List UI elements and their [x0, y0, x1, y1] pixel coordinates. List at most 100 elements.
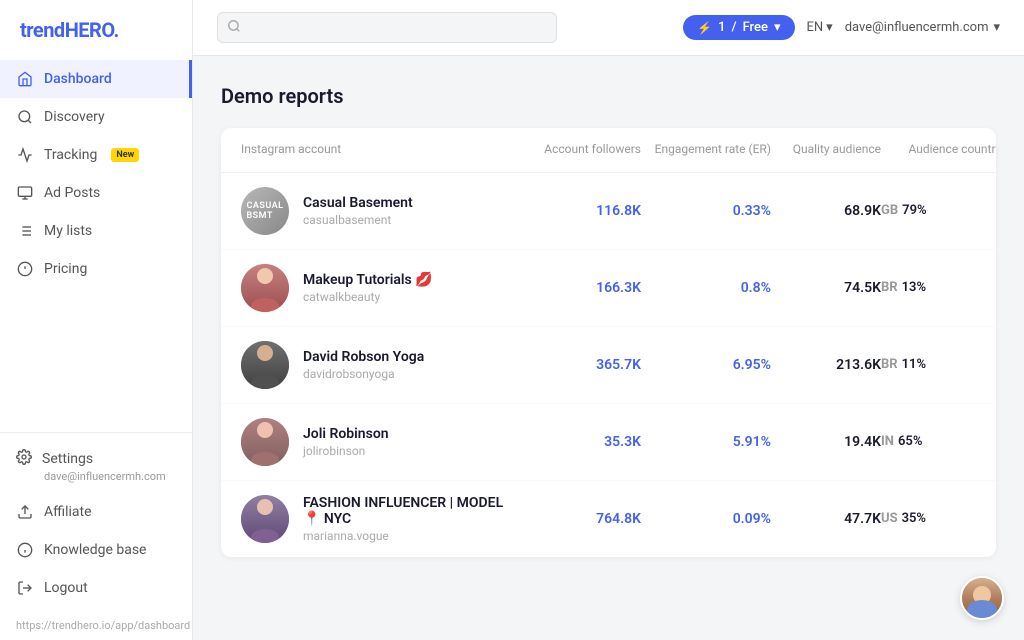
home-icon: [16, 70, 34, 88]
header-right: ⚡ 1 / Free ▾ EN ▾ dave@influencermh.com …: [683, 15, 1000, 40]
sidebar-item-label: Pricing: [44, 261, 87, 277]
country-code: BR: [881, 357, 898, 372]
sidebar-item-discovery[interactable]: Discovery: [0, 98, 192, 136]
col-header-account: Instagram account: [241, 142, 521, 158]
corner-avatar[interactable]: [960, 576, 1004, 620]
page-title: Demo reports: [221, 84, 996, 108]
page-content: Demo reports Instagram account Account f…: [193, 56, 1024, 640]
influencer-cell: Makeup Tutorials 💋 catwalkbeauty: [241, 264, 521, 312]
audience-country-cell: BR 13%: [881, 280, 996, 295]
audience-country-cell: IN 65%: [881, 434, 996, 449]
avatar: CASUALBSMT: [241, 187, 289, 235]
sidebar-item-logout[interactable]: Logout: [0, 569, 192, 607]
influencer-handle: catwalkbeauty: [303, 290, 433, 304]
influencer-handle: davidrobsonyoga: [303, 367, 424, 381]
sidebar-item-label: Affiliate: [44, 504, 92, 520]
plan-divider: /: [731, 20, 736, 35]
quality-value: 213.6K: [771, 357, 881, 373]
followers-value: 116.8K: [521, 203, 641, 219]
followers-value: 365.7K: [521, 357, 641, 373]
followers-value: 166.3K: [521, 280, 641, 296]
col-header-country: Audience country (likers): [881, 142, 996, 158]
followers-value: 35.3K: [521, 434, 641, 450]
sidebar: trendHERO. Dashboard Discovery Tracking …: [0, 0, 193, 640]
search-icon: [227, 19, 241, 37]
plan-count: 1: [718, 20, 725, 35]
quality-value: 74.5K: [771, 280, 881, 296]
country-code: IN: [881, 434, 894, 449]
url-status-bar: https://trendhero.io/app/dashboard: [0, 615, 192, 640]
avatar: [241, 418, 289, 466]
dollar-icon: [16, 260, 34, 278]
sidebar-item-label: Dashboard: [44, 71, 112, 87]
er-value: 0.09%: [641, 511, 771, 527]
gear-icon: [16, 449, 32, 469]
quality-value: 47.7K: [771, 511, 881, 527]
country-code: GB: [881, 203, 898, 218]
influencer-name: Joli Robinson: [303, 426, 389, 442]
sidebar-nav: Dashboard Discovery Tracking New Ad Post…: [0, 56, 192, 432]
avatar: [241, 495, 289, 543]
search-circle-icon: [16, 108, 34, 126]
country-pct: 13%: [902, 280, 926, 295]
table-row: David Robson Yoga davidrobsonyoga 365.7K…: [221, 327, 996, 404]
sidebar-item-ad-posts[interactable]: Ad Posts: [0, 174, 192, 212]
table-row: Makeup Tutorials 💋 catwalkbeauty 166.3K …: [221, 250, 996, 327]
sidebar-bottom: Settings dave@influencermh.com Affiliate…: [0, 432, 192, 615]
user-menu[interactable]: dave@influencermh.com ▾: [845, 20, 1000, 35]
influencer-cell: David Robson Yoga davidrobsonyoga: [241, 341, 521, 389]
influencer-name: David Robson Yoga: [303, 349, 424, 365]
search-wrapper: [217, 12, 557, 43]
info-icon: [16, 541, 34, 559]
sidebar-item-my-lists[interactable]: My lists: [0, 212, 192, 250]
new-badge: New: [111, 148, 139, 162]
influencer-emoji: 💋: [415, 272, 432, 288]
sidebar-item-tracking[interactable]: Tracking New: [0, 136, 192, 174]
influencer-emoji: 📍: [303, 511, 320, 527]
sidebar-item-affiliate[interactable]: Affiliate: [0, 493, 192, 531]
influencer-name: Makeup Tutorials 💋: [303, 272, 433, 288]
logo-text-accent: HERO.: [65, 18, 119, 42]
plan-name: Free: [743, 20, 768, 35]
er-value: 0.8%: [641, 280, 771, 296]
influencer-cell: FASHION INFLUENCER | MODEL 📍 NYC mariann…: [241, 495, 521, 543]
country-code: BR: [881, 280, 898, 295]
sidebar-item-settings[interactable]: Settings dave@influencermh.com: [0, 441, 192, 493]
country-pct: 11%: [902, 357, 926, 372]
ad-icon: [16, 184, 34, 202]
settings-label-text: Settings: [42, 451, 93, 467]
followers-value: 764.8K: [521, 511, 641, 527]
sidebar-item-pricing[interactable]: Pricing: [0, 250, 192, 288]
app-logo: trendHERO.: [0, 0, 192, 56]
sidebar-item-knowledge-base[interactable]: Knowledge base: [0, 531, 192, 569]
audience-country-cell: GB 79%: [881, 203, 996, 218]
quality-value: 19.4K: [771, 434, 881, 450]
country-code: US: [881, 511, 898, 526]
main-content: ⚡ 1 / Free ▾ EN ▾ dave@influencermh.com …: [193, 0, 1024, 640]
sidebar-item-dashboard[interactable]: Dashboard: [0, 60, 192, 98]
sidebar-item-label: Logout: [44, 580, 88, 596]
upload-icon: [16, 503, 34, 521]
audience-country-cell: US 35%: [881, 511, 996, 526]
influencer-cell: Joli Robinson jolirobinson: [241, 418, 521, 466]
top-header: ⚡ 1 / Free ▾ EN ▾ dave@influencermh.com …: [193, 0, 1024, 56]
avatar: [241, 341, 289, 389]
lang-label: EN: [807, 20, 824, 35]
sidebar-item-label: Discovery: [44, 109, 105, 125]
quality-value: 68.9K: [771, 203, 881, 219]
list-icon: [16, 222, 34, 240]
sidebar-item-label: Tracking: [44, 147, 97, 163]
lang-dropdown-icon: ▾: [826, 20, 833, 35]
search-input[interactable]: [217, 12, 557, 43]
influencer-handle: casualbasement: [303, 213, 413, 227]
sidebar-item-label: Knowledge base: [44, 542, 146, 558]
col-header-er: Engagement rate (ER): [641, 142, 771, 158]
plan-badge[interactable]: ⚡ 1 / Free ▾: [683, 15, 794, 40]
avatar: [241, 264, 289, 312]
user-dropdown-icon: ▾: [993, 20, 1000, 35]
col-header-followers: Account followers: [521, 142, 641, 158]
er-value: 5.91%: [641, 434, 771, 450]
lang-selector[interactable]: EN ▾: [807, 20, 833, 35]
influencer-name: FASHION INFLUENCER | MODEL 📍 NYC: [303, 495, 521, 527]
sidebar-item-label: Ad Posts: [44, 185, 100, 201]
